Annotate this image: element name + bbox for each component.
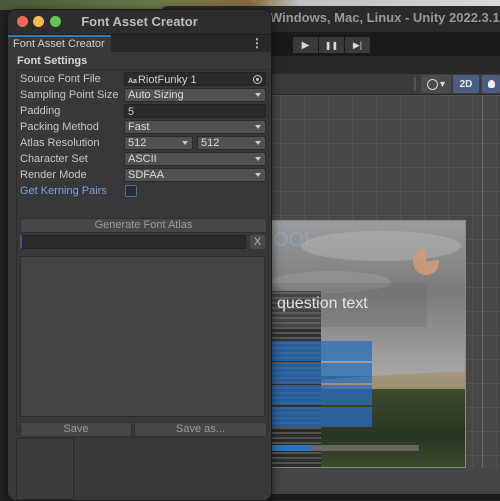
- game-canvas-preview[interactable]: OOL question text: [270, 220, 466, 468]
- game-title-text: OOL: [273, 229, 316, 251]
- source-font-file-row: Source Font File AaRiotFunky 1: [20, 72, 266, 87]
- shading-mode-icon: [426, 78, 438, 90]
- atlas-preview-thumbnail: [16, 438, 74, 500]
- object-picker-icon[interactable]: [253, 75, 262, 84]
- atlas-resolution-label: Atlas Resolution: [20, 137, 100, 149]
- chevron-down-icon: [255, 141, 261, 145]
- shading-mode-dropdown[interactable]: ▾: [421, 75, 451, 93]
- chevron-down-icon: [182, 141, 188, 145]
- atlas-height-value: 512: [201, 137, 220, 149]
- play-button[interactable]: ▶: [293, 37, 318, 53]
- answer-button[interactable]: [271, 407, 372, 427]
- padding-input[interactable]: 5: [124, 104, 266, 118]
- character-set-row: Character Set ASCII: [20, 152, 266, 167]
- sampling-point-size-value: Auto Sizing: [128, 89, 184, 101]
- clear-button[interactable]: X: [250, 235, 265, 249]
- kerning-pairs-row: Get Kerning Pairs: [20, 184, 266, 199]
- character-set-value: ASCII: [128, 153, 157, 165]
- atlas-width-value: 512: [128, 137, 147, 149]
- character-set-dropdown[interactable]: ASCII: [124, 152, 266, 166]
- lightbulb-icon: [487, 80, 495, 88]
- generate-font-atlas-button[interactable]: Generate Font Atlas: [20, 218, 267, 233]
- render-mode-label: Render Mode: [20, 169, 87, 181]
- sampling-point-size-dropdown[interactable]: Auto Sizing: [124, 88, 266, 102]
- window-titlebar[interactable]: Font Asset Creator: [8, 10, 271, 35]
- lighting-toggle-button[interactable]: [482, 75, 500, 93]
- section-font-settings: Font Settings: [17, 55, 88, 67]
- packing-method-row: Packing Method Fast: [20, 120, 266, 135]
- chevron-down-icon: [255, 157, 261, 161]
- toggle-2d-button[interactable]: 2D: [453, 75, 479, 93]
- more-options-icon[interactable]: ⋮: [251, 36, 263, 50]
- get-kerning-pairs-checkbox[interactable]: [125, 185, 137, 197]
- chevron-down-icon: [255, 93, 261, 97]
- atlas-height-dropdown[interactable]: 512: [197, 136, 266, 150]
- font-settings-panel: Source Font File AaRiotFunky 1 Sampling …: [16, 69, 269, 437]
- save-button[interactable]: Save: [20, 422, 132, 437]
- answer-button[interactable]: [271, 341, 372, 361]
- atlas-resolution-row: Atlas Resolution 512 512: [20, 136, 266, 151]
- answer-button[interactable]: [271, 363, 372, 383]
- packing-method-dropdown[interactable]: Fast: [124, 120, 266, 134]
- scene-grid-axis: [482, 95, 483, 494]
- get-kerning-pairs-label: Get Kerning Pairs: [20, 185, 107, 197]
- padding-row: Padding 5: [20, 104, 266, 119]
- question-text: question text: [277, 295, 368, 312]
- padding-value: 5: [128, 106, 135, 118]
- progress-fill: [271, 445, 313, 451]
- character-set-label: Character Set: [20, 153, 88, 165]
- answer-button[interactable]: [271, 385, 372, 405]
- font-asset-creator-window: Font Asset Creator Font Asset Creator ⋮ …: [7, 9, 272, 501]
- pause-button[interactable]: ❚❚: [319, 37, 344, 53]
- font-asset-icon: Aa: [128, 78, 137, 85]
- playback-controls: ▶ ❚❚ ▶|: [293, 37, 370, 53]
- source-font-file-label: Source Font File: [20, 73, 101, 85]
- tab-font-asset-creator[interactable]: Font Asset Creator: [8, 35, 111, 52]
- packing-method-label: Packing Method: [20, 121, 99, 133]
- padding-label: Padding: [20, 105, 61, 117]
- source-font-file-value: RiotFunky 1: [137, 74, 197, 86]
- render-mode-dropdown[interactable]: SDFAA: [124, 168, 266, 182]
- sampling-point-size-row: Sampling Point Size Auto Sizing: [20, 88, 266, 103]
- sampling-point-size-label: Sampling Point Size: [20, 89, 119, 101]
- step-icon: ▶|: [352, 39, 363, 50]
- toolbar-separator: [414, 77, 416, 91]
- play-icon: ▶: [301, 39, 310, 51]
- save-as-button[interactable]: Save as...: [134, 422, 267, 437]
- pause-icon: ❚❚: [324, 40, 339, 50]
- render-mode-value: SDFAA: [128, 169, 165, 181]
- source-font-file-field[interactable]: AaRiotFunky 1: [124, 72, 266, 86]
- chevron-down-icon: ▾: [439, 78, 446, 90]
- unity-window-title: Windows, Mac, Linux - Unity 2022.3.1f1 <…: [270, 10, 500, 25]
- step-button[interactable]: ▶|: [345, 37, 370, 53]
- window-tabbar: Font Asset Creator ⋮: [8, 35, 271, 52]
- progress-bar: [271, 445, 419, 451]
- window-title: Font Asset Creator: [81, 14, 198, 29]
- render-mode-row: Render Mode SDFAA: [20, 168, 266, 183]
- output-area[interactable]: [20, 256, 265, 417]
- atlas-width-dropdown[interactable]: 512: [124, 136, 193, 150]
- chevron-down-icon: [255, 173, 261, 177]
- timer-pie-icon: [413, 249, 439, 275]
- chevron-down-icon: [255, 125, 261, 129]
- output-filter-field[interactable]: [20, 235, 246, 249]
- packing-method-value: Fast: [128, 121, 150, 133]
